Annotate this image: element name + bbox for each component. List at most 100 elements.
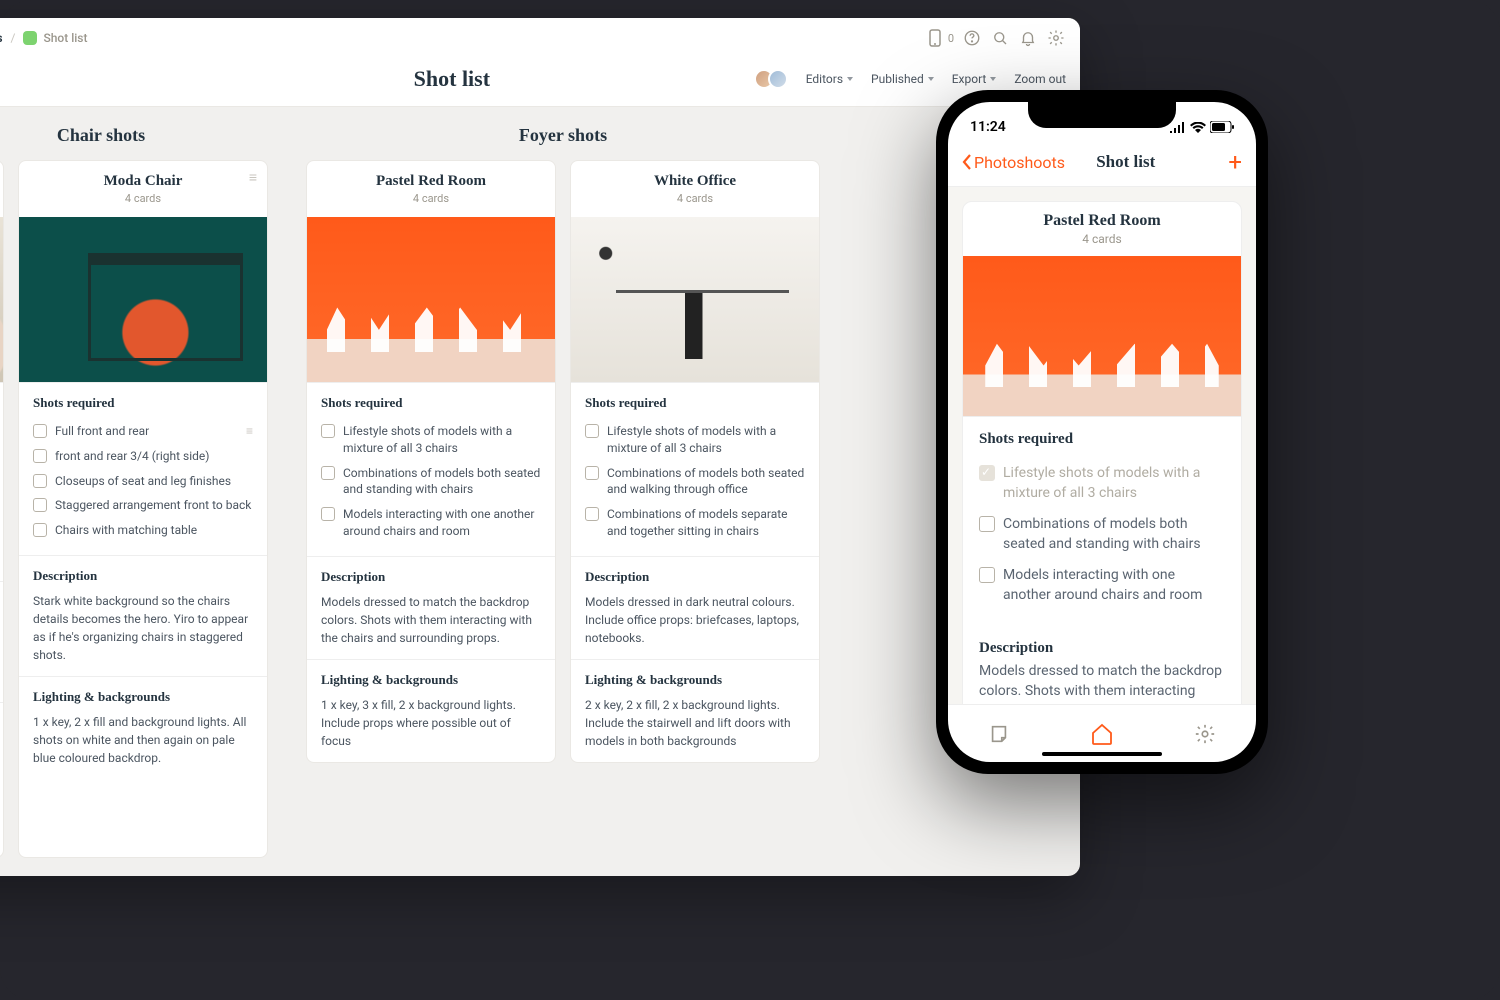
gear-icon bbox=[1194, 723, 1216, 745]
column-hero-image bbox=[571, 217, 819, 382]
item-more-icon[interactable]: ≡ bbox=[246, 423, 253, 440]
help-icon[interactable] bbox=[962, 28, 982, 48]
checkbox-icon[interactable] bbox=[585, 466, 599, 480]
checklist-item[interactable]: front and rear 3/4 (right side) bbox=[33, 444, 253, 469]
search-icon[interactable] bbox=[990, 28, 1010, 48]
phone-scroll[interactable]: Pastel Red Room 4 cards Shots required L… bbox=[948, 187, 1256, 704]
tab-settings[interactable] bbox=[1194, 723, 1216, 745]
description-block: Description Compositions that show off t… bbox=[0, 581, 3, 702]
shots-block: Shots required Full front and rear≡ fron… bbox=[19, 382, 267, 555]
lighting-text: 2 x key, 2 x fill, 2 x background lights… bbox=[585, 696, 805, 750]
board: Chair shots Crown Chair4 cards Shots req… bbox=[0, 107, 1080, 865]
checkbox-icon[interactable] bbox=[979, 516, 995, 532]
checklist-item[interactable]: Closeups of seat and leg finishes bbox=[33, 469, 253, 494]
board-group: Foyer shots Pastel Red Room 4 cards Shots… bbox=[306, 125, 820, 847]
column-menu-icon[interactable]: ≡ bbox=[249, 171, 257, 185]
desktop-window: Photoshoots / Shot list 0 bbox=[0, 18, 1080, 876]
status-dot-icon bbox=[23, 31, 37, 45]
checkbox-icon[interactable] bbox=[321, 507, 335, 521]
breadcrumb: Photoshoots / Shot list 0 bbox=[0, 18, 1080, 58]
checkbox-icon[interactable] bbox=[979, 567, 995, 583]
bell-icon[interactable] bbox=[1018, 28, 1038, 48]
battery-icon bbox=[1210, 121, 1234, 133]
board-column: White Office 4 cards Shots required Lifes… bbox=[570, 160, 820, 763]
checkbox-icon[interactable] bbox=[33, 474, 47, 488]
breadcrumb-current-label: Shot list bbox=[43, 31, 87, 45]
checkbox-icon[interactable] bbox=[979, 465, 995, 481]
lighting-block: Lighting & backgrounds 1 x key, 2 x fill… bbox=[19, 676, 267, 779]
group-title: Foyer shots bbox=[306, 125, 820, 146]
checklist-item[interactable]: Models interacting with one another arou… bbox=[979, 560, 1225, 611]
phone-card: Pastel Red Room 4 cards Shots required L… bbox=[962, 201, 1242, 704]
checklist-item[interactable]: Staggered arrangement front to back bbox=[33, 493, 253, 518]
breadcrumb-parent[interactable]: Photoshoots bbox=[0, 31, 3, 45]
lighting-block: Lighting & backgrounds 1 x key, 2 x fill… bbox=[0, 702, 3, 857]
block-heading: Shots required bbox=[585, 395, 805, 411]
add-button[interactable]: + bbox=[1228, 148, 1242, 176]
checkbox-icon[interactable] bbox=[33, 449, 47, 463]
shots-block: Shots required Lifestyle shots of models… bbox=[307, 382, 555, 556]
checklist-item[interactable]: Lifestyle shots of models with a mixture… bbox=[979, 458, 1225, 509]
group-title: Chair shots bbox=[0, 125, 268, 146]
block-heading: Lighting & backgrounds bbox=[321, 672, 541, 688]
tab-home[interactable] bbox=[1090, 722, 1114, 746]
checklist-item[interactable]: Lifestyle shots of models with a mixture… bbox=[321, 419, 541, 461]
checkbox-icon[interactable] bbox=[33, 424, 47, 438]
column-hero-image bbox=[0, 217, 3, 382]
checkbox-icon[interactable] bbox=[585, 507, 599, 521]
block-heading: Lighting & backgrounds bbox=[33, 689, 253, 705]
description-block: Description Stark white background so th… bbox=[19, 555, 267, 676]
column-subtitle: 4 cards bbox=[319, 192, 543, 205]
tab-notes[interactable] bbox=[988, 723, 1010, 745]
column-title[interactable]: White Office bbox=[583, 173, 807, 190]
breadcrumb-current[interactable]: Shot list bbox=[23, 31, 87, 45]
checkbox-icon[interactable] bbox=[33, 498, 47, 512]
published-dropdown[interactable]: Published bbox=[871, 72, 934, 86]
page-title: Shot list bbox=[0, 66, 760, 92]
home-indicator[interactable] bbox=[1042, 752, 1162, 756]
device-badge[interactable]: 0 bbox=[925, 28, 954, 48]
column-title[interactable]: Pastel Red Room bbox=[319, 173, 543, 190]
block-heading: Shots required bbox=[33, 395, 253, 411]
lighting-text: 1 x key, 3 x fill, 2 x background lights… bbox=[321, 696, 541, 750]
avatars[interactable] bbox=[760, 69, 788, 89]
checkbox-icon[interactable] bbox=[33, 523, 47, 537]
board-column: Moda Chair 4 cards ≡ Shots required Full… bbox=[18, 160, 268, 858]
checklist-item[interactable]: Chairs with matching table bbox=[33, 518, 253, 543]
lighting-block: Lighting & backgrounds 1 x key, 3 x fill… bbox=[307, 659, 555, 762]
checklist-item[interactable]: Combinations of models both seated and s… bbox=[979, 509, 1225, 560]
shots-block: Shots required Lifestyle shots of models… bbox=[571, 382, 819, 556]
checkbox-icon[interactable] bbox=[321, 424, 335, 438]
gear-icon[interactable] bbox=[1046, 28, 1066, 48]
top-bar: Photoshoots / Shot list 0 bbox=[0, 18, 1080, 107]
statusbar-time: 11:24 bbox=[970, 119, 1006, 135]
zoom-button[interactable]: Zoom out bbox=[1014, 72, 1066, 86]
device-count: 0 bbox=[948, 32, 954, 45]
column-title[interactable]: Moda Chair bbox=[31, 173, 255, 190]
block-heading: Lighting & backgrounds bbox=[585, 672, 805, 688]
column-subtitle: 4 cards bbox=[583, 192, 807, 205]
editors-dropdown[interactable]: Editors bbox=[806, 72, 853, 86]
phone-notch bbox=[1028, 102, 1176, 128]
checklist-item[interactable]: Full front and rear≡ bbox=[33, 419, 253, 444]
export-dropdown[interactable]: Export bbox=[952, 72, 997, 86]
column-subtitle: 4 cards bbox=[31, 192, 255, 205]
description-text: Stark white background so the chairs det… bbox=[33, 592, 253, 664]
block-heading: Description bbox=[963, 626, 1241, 661]
lighting-text: 1 x key, 2 x fill and background lights.… bbox=[33, 713, 253, 767]
breadcrumb-separator: / bbox=[11, 31, 16, 45]
checklist-item[interactable]: Lifestyle shots of models with a mixture… bbox=[585, 419, 805, 461]
phone-card-title: Pastel Red Room bbox=[973, 212, 1231, 230]
board-group: Chair shots Crown Chair4 cards Shots req… bbox=[0, 125, 268, 847]
checkbox-icon[interactable] bbox=[585, 424, 599, 438]
lighting-block: Lighting & backgrounds 2 x key, 2 x fill… bbox=[571, 659, 819, 762]
checklist-item[interactable]: Combinations of models both seated and w… bbox=[585, 461, 805, 503]
title-actions: Editors Published Export Zoom out bbox=[760, 69, 1066, 89]
checklist-item[interactable]: Combinations of models separate and toge… bbox=[585, 502, 805, 544]
checklist-item[interactable]: Models interacting with one another arou… bbox=[321, 502, 541, 544]
checkbox-icon[interactable] bbox=[321, 466, 335, 480]
phone-hero-image bbox=[963, 256, 1241, 416]
checklist-item[interactable]: Combinations of models both seated and s… bbox=[321, 461, 541, 503]
phone-frame: 11:24 Photoshoots Shot list + Pastel Red… bbox=[936, 90, 1268, 774]
block-heading: Description bbox=[321, 569, 541, 585]
